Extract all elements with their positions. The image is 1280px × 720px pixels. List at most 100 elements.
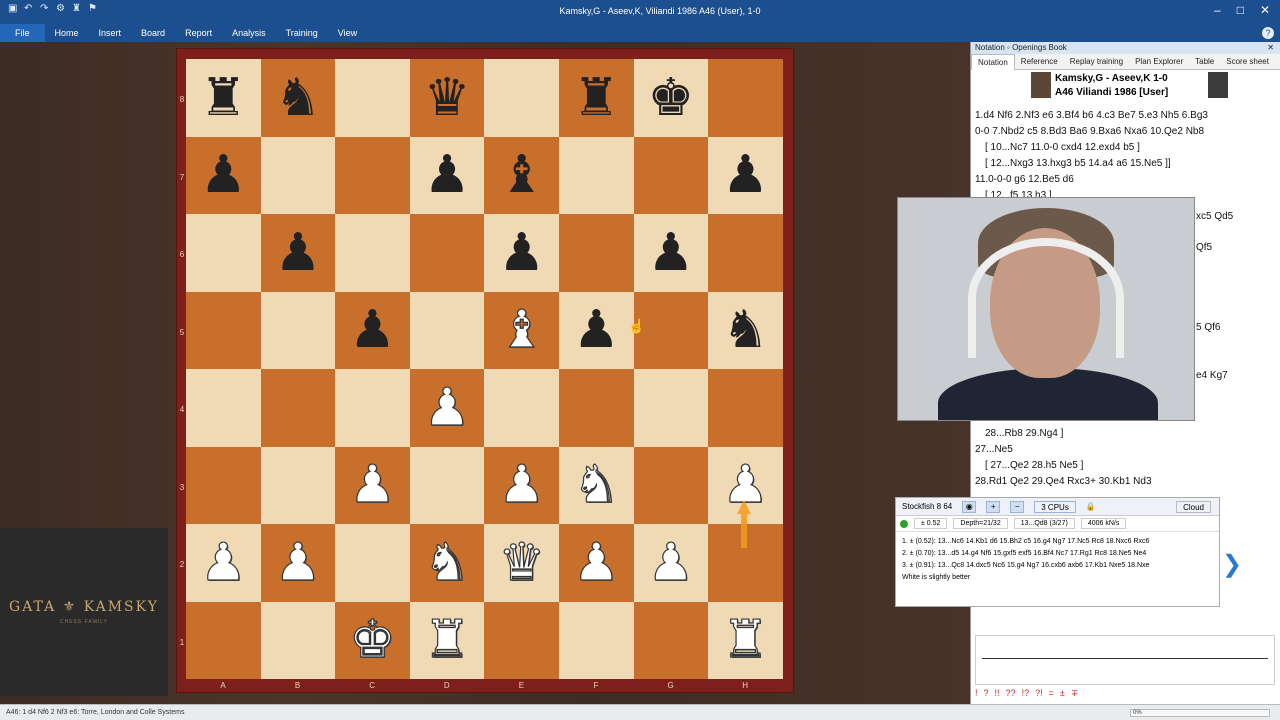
white-pawn-icon[interactable]: ♟ (199, 536, 247, 589)
minimize-icon[interactable]: – (1214, 3, 1221, 17)
square-f4[interactable] (558, 369, 634, 447)
square-c5[interactable]: ♟ (335, 291, 410, 369)
black-rook-icon[interactable]: ♜ (200, 72, 247, 124)
notation-line[interactable]: [ 12...Nxg3 13.hxg3 b5 14.a4 a6 15.Ne5 ]… (975, 156, 1280, 172)
square-c7[interactable] (335, 136, 410, 214)
cloud-button[interactable]: Cloud (1176, 500, 1211, 513)
square-d8[interactable]: ♛ (409, 59, 485, 137)
notation-line[interactable]: 1.d4 Nf6 2.Nf3 e6 3.Bf4 b6 4.c3 Be7 5.e3… (975, 108, 1280, 124)
square-a2[interactable]: ♟ (186, 524, 261, 602)
black-king-icon[interactable]: ♚ (648, 72, 695, 124)
square-e2[interactable]: ♛ (484, 524, 559, 602)
square-f8[interactable]: ♜ (558, 59, 634, 137)
black-pawn-icon[interactable]: ♟ (573, 304, 620, 356)
square-h5[interactable]: ♞ (708, 291, 783, 369)
zoom-out-icon[interactable]: − (1010, 500, 1025, 513)
white-rook-icon[interactable]: ♜ (722, 614, 770, 667)
square-c6[interactable] (335, 214, 410, 292)
annotation-icon[interactable]: ∓ (1071, 688, 1079, 702)
notation-fragment[interactable]: e4 Kg7 (1196, 370, 1228, 381)
notation-fragment[interactable]: 5 Qf6 (1196, 322, 1220, 333)
square-h6[interactable] (708, 214, 783, 292)
black-knight-icon[interactable]: ♞ (275, 72, 322, 124)
annotation-icon[interactable]: !? (1022, 688, 1030, 702)
square-a3[interactable] (186, 446, 261, 524)
square-a4[interactable] (186, 369, 261, 447)
annotation-icon[interactable]: ?? (1006, 688, 1016, 702)
white-pawn-icon[interactable]: ♟ (572, 536, 620, 589)
square-a6[interactable] (186, 214, 261, 292)
black-pawn-icon[interactable]: ♟ (275, 227, 322, 279)
black-pawn-icon[interactable]: ♟ (424, 149, 471, 201)
black-pawn-icon[interactable]: ♟ (648, 227, 695, 279)
ribbon-tab-training[interactable]: Training (276, 24, 328, 42)
notation-line[interactable]: 28.Rd1 Qe2 29.Qe4 Rxc3+ 30.Kb1 Nd3 (975, 474, 1275, 490)
zoom-in-icon[interactable]: + (986, 500, 1001, 513)
square-h7[interactable]: ♟ (708, 136, 783, 214)
white-pawn-icon[interactable]: ♟ (647, 536, 695, 589)
ribbon-tab-report[interactable]: Report (175, 24, 222, 42)
square-f5[interactable]: ♟ (558, 291, 634, 369)
square-b3[interactable] (260, 446, 336, 524)
square-b6[interactable]: ♟ (260, 214, 336, 292)
square-c3[interactable]: ♟ (335, 446, 410, 524)
help-icon[interactable]: ? (1262, 27, 1274, 39)
notation-text[interactable]: 1.d4 Nf6 2.Nf3 e6 3.Bf4 b6 4.c3 Be7 5.e3… (975, 108, 1280, 204)
engine-line[interactable]: 3. ± (0.91): 13...Qc8 14.dxc5 Nc6 15.g4 … (902, 560, 1200, 572)
notation-line[interactable]: 27...Ne5 (975, 442, 1275, 458)
black-queen-icon[interactable]: ♛ (424, 72, 471, 124)
square-h4[interactable] (708, 369, 783, 447)
square-f7[interactable] (558, 136, 634, 214)
ribbon-tab-view[interactable]: View (328, 24, 367, 42)
square-e1[interactable] (484, 601, 559, 679)
maximize-icon[interactable]: □ (1237, 3, 1244, 17)
white-pawn-icon[interactable]: ♟ (423, 381, 471, 434)
engine-lines[interactable]: 1. ± (0.52): 13...Nc6 14.Kb1 d6 15.Bh2 c… (896, 532, 1206, 588)
annotation-icon[interactable]: ± (1060, 688, 1065, 702)
close-panel-icon[interactable]: ✕ (1267, 42, 1274, 54)
square-d1[interactable]: ♜ (409, 601, 485, 679)
black-pawn-icon[interactable]: ♟ (498, 227, 545, 279)
square-h8[interactable] (708, 59, 783, 137)
notation-fragment[interactable]: Qf5 (1196, 242, 1212, 253)
white-pawn-icon[interactable]: ♟ (498, 459, 546, 512)
notation-lower[interactable]: 28...Rb8 29.Ng4 ] 27...Ne5[ 27...Qe2 28.h… (975, 426, 1275, 490)
notation-line[interactable]: 28...Rb8 29.Ng4 ] (975, 426, 1275, 442)
black-pawn-icon[interactable]: ♟ (349, 304, 396, 356)
square-e6[interactable]: ♟ (484, 214, 559, 292)
panel-tab-score-sheet[interactable]: Score sheet (1220, 54, 1275, 70)
lock-icon[interactable]: 🔒 (1086, 502, 1096, 511)
square-g6[interactable]: ♟ (633, 214, 709, 292)
white-king-icon[interactable]: ♚ (349, 614, 397, 667)
square-d5[interactable] (409, 291, 485, 369)
panel-tab-notation[interactable]: Notation (971, 53, 1015, 70)
ribbon-tab-home[interactable]: Home (45, 24, 89, 42)
white-bishop-icon[interactable]: ♝ (498, 304, 546, 357)
engine-line[interactable]: White is slightly better (902, 572, 1200, 584)
stop-engine-icon[interactable]: ◉ (962, 500, 977, 513)
square-g1[interactable] (633, 601, 709, 679)
square-f2[interactable]: ♟ (558, 524, 634, 602)
square-d3[interactable] (409, 446, 485, 524)
square-c4[interactable] (335, 369, 410, 447)
evaluation-graph[interactable] (975, 635, 1275, 685)
square-a7[interactable]: ♟ (186, 136, 261, 214)
annotation-icon[interactable]: ! (975, 688, 978, 702)
ribbon-tab-insert[interactable]: Insert (89, 24, 132, 42)
engine-line[interactable]: 2. ± (0.70): 13...d5 14.g4 Nf6 15.gxf5 e… (902, 548, 1200, 560)
square-d6[interactable] (409, 214, 485, 292)
black-pawn-icon[interactable]: ♟ (722, 149, 769, 201)
panel-tab-reference[interactable]: Reference (1015, 54, 1064, 70)
panel-tab-plan-explorer[interactable]: Plan Explorer (1129, 54, 1189, 70)
white-queen-icon[interactable]: ♛ (498, 536, 546, 589)
next-move-icon[interactable]: ❯ (1222, 550, 1242, 579)
annotation-icon[interactable]: = (1049, 688, 1054, 702)
notation-fragment[interactable]: xc5 Qd5 (1196, 211, 1233, 222)
close-icon[interactable]: ✕ (1260, 3, 1270, 17)
notation-line[interactable]: 0-0 7.Nbd2 c5 8.Bd3 Ba6 9.Bxa6 Nxa6 10.Q… (975, 124, 1280, 140)
notation-line[interactable]: [ 27...Qe2 28.h5 Ne5 ] (975, 458, 1275, 474)
ribbon-tab-analysis[interactable]: Analysis (222, 24, 276, 42)
black-bishop-icon[interactable]: ♝ (498, 149, 545, 201)
white-pawn-icon[interactable]: ♟ (274, 536, 322, 589)
square-b8[interactable]: ♞ (260, 59, 336, 137)
